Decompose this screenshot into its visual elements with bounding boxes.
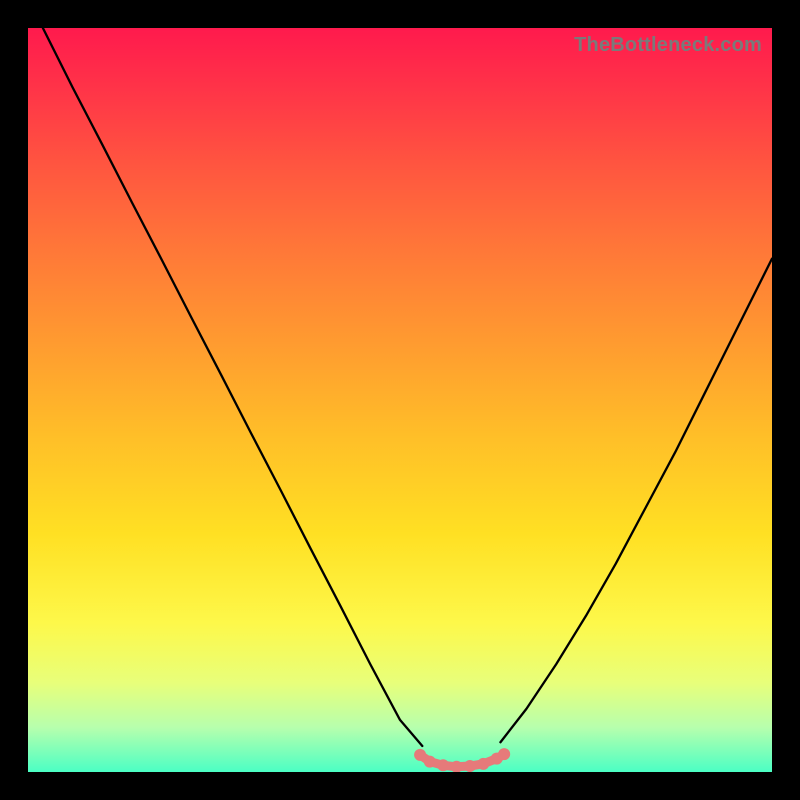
- chart-svg: [28, 28, 772, 772]
- plot-area: TheBottleneck.com: [28, 28, 772, 772]
- curve-right-curve: [500, 259, 772, 743]
- marker-dot: [424, 756, 436, 768]
- chart-frame: TheBottleneck.com: [0, 0, 800, 800]
- marker-dot: [414, 749, 426, 761]
- curve-left-curve: [43, 28, 422, 746]
- marker-dot: [464, 760, 476, 772]
- marker-dot: [477, 758, 489, 770]
- marker-dot: [498, 748, 510, 760]
- marker-dot: [437, 759, 449, 771]
